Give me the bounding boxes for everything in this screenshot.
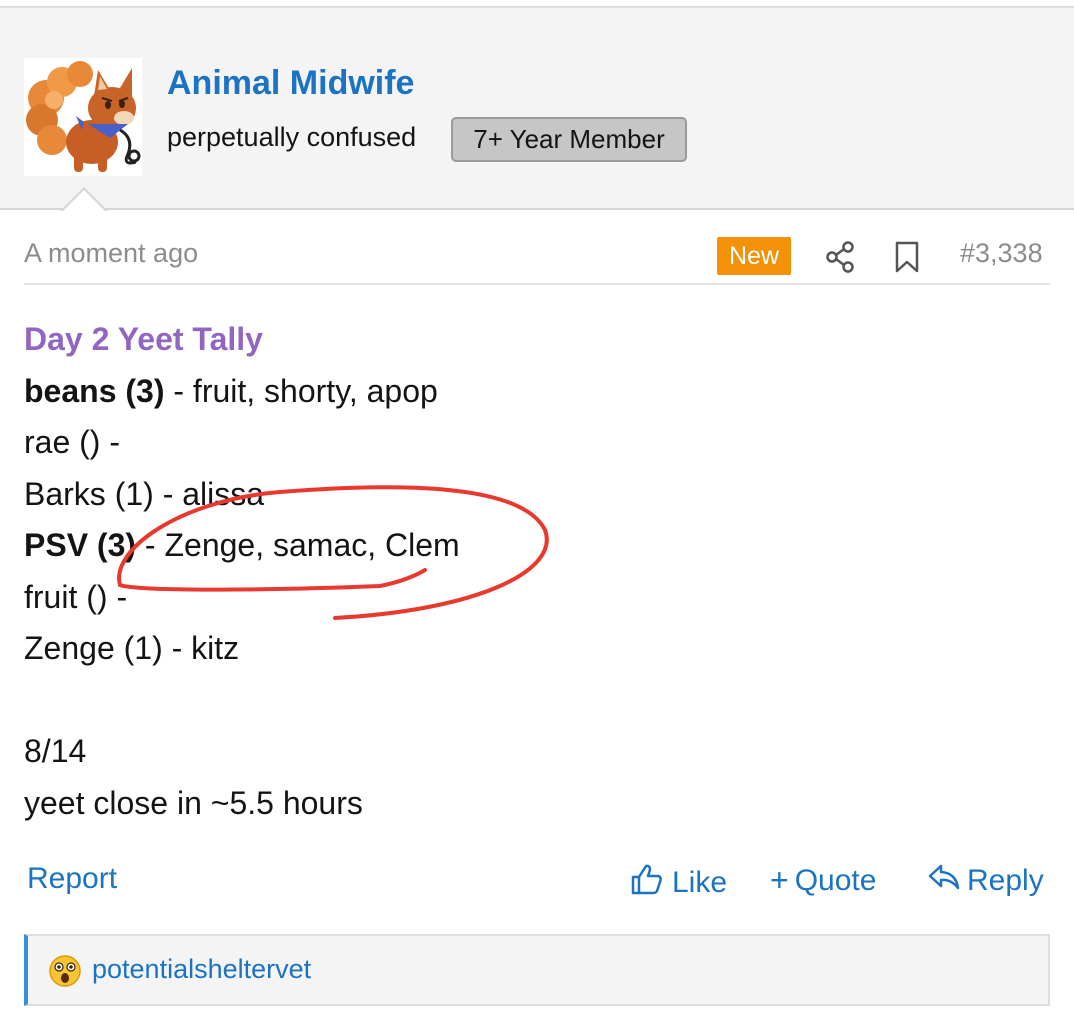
member-badge: 7+ Year Member — [451, 117, 687, 162]
quote-label: Quote — [794, 863, 877, 897]
tally-line-text: - fruit, shorty, apop — [164, 372, 438, 409]
fox-avatar-icon[interactable] — [24, 58, 142, 176]
tally-line: Zenge (1) - kitz — [24, 623, 460, 675]
bookmark-icon[interactable] — [893, 240, 921, 274]
new-badge: New — [717, 237, 791, 275]
quote-button[interactable]: + Quote — [770, 862, 876, 899]
reply-label: Reply — [967, 864, 1044, 897]
header-pointer-fill — [62, 190, 106, 212]
report-link[interactable]: Report — [27, 862, 117, 896]
closing-note: yeet close in ~5.5 hours — [24, 784, 363, 821]
post-number-link[interactable]: #3,338 — [960, 238, 1043, 269]
post-author-header: Animal Midwife perpetually confused 7+ Y… — [0, 7, 1074, 210]
tally-line-bold: beans (3) — [24, 372, 165, 409]
like-button[interactable]: Like — [630, 862, 727, 904]
divider — [24, 283, 1050, 285]
reply-button[interactable]: Reply — [927, 862, 1044, 900]
author-name[interactable]: Animal Midwife — [167, 64, 414, 103]
plus-icon: + — [770, 862, 789, 898]
tally-line: beans (3) - fruit, shorty, apop — [24, 366, 460, 418]
astonished-face-icon — [48, 954, 82, 988]
thumbs-up-icon — [630, 862, 664, 904]
reaction-username[interactable]: potentialsheltervet — [92, 954, 311, 985]
post-title: Day 2 Yeet Tally — [24, 321, 263, 357]
reply-arrow-icon — [927, 862, 961, 900]
top-strip — [0, 0, 1074, 7]
share-icon[interactable] — [823, 240, 857, 274]
like-label: Like — [672, 866, 728, 899]
author-title: perpetually confused — [167, 122, 417, 152]
tally-line-text: rae () - — [24, 424, 120, 460]
tally-line: rae () - — [24, 417, 460, 469]
red-circle-annotation — [117, 485, 549, 620]
reactions-bar[interactable]: potentialsheltervet — [24, 934, 1050, 1006]
post-timestamp[interactable]: A moment ago — [24, 238, 198, 269]
tally-line-text: Zenge (1) - kitz — [24, 630, 240, 666]
player-count: 8/14 — [24, 733, 87, 769]
